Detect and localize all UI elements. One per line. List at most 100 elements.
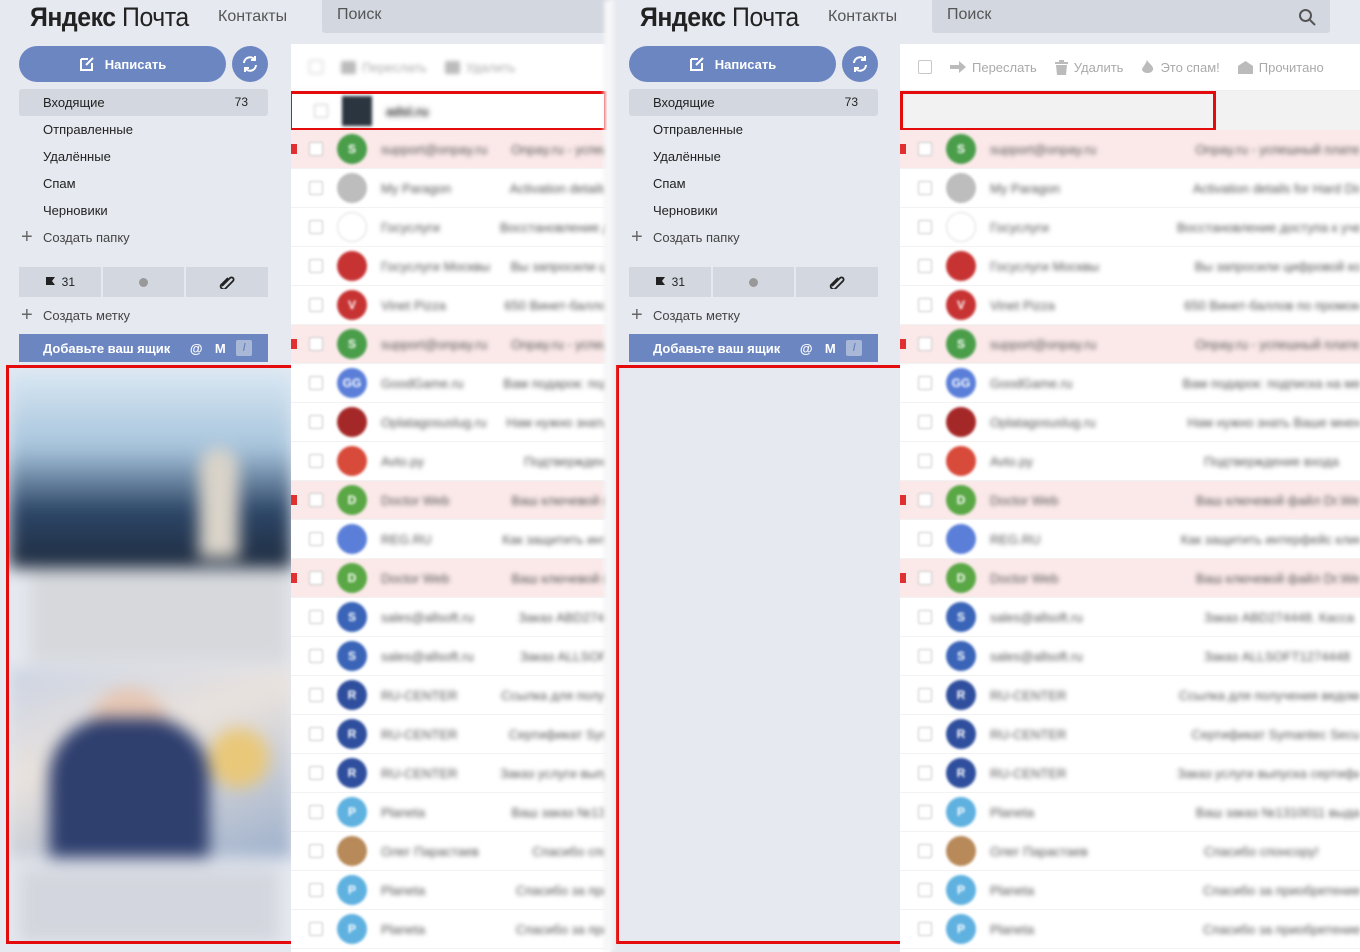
message-row[interactable]: Oplatagosuslug.ru Нам нужно знать Ваше мн… bbox=[291, 403, 610, 442]
message-row[interactable]: REG.RU Как защитить интерфейс клиента bbox=[900, 520, 1360, 559]
row-checkbox[interactable] bbox=[918, 337, 932, 351]
forward-button[interactable]: Переслать bbox=[950, 60, 1037, 75]
message-row[interactable]: P Planeta Ваш заказ №1310011 выдан bbox=[291, 793, 610, 832]
yandex-mail-logo[interactable]: Яндекс Почта bbox=[30, 2, 189, 33]
message-row[interactable]: P Planeta Спасибо за приобретение bbox=[900, 910, 1360, 949]
row-checkbox[interactable] bbox=[309, 727, 323, 741]
row-checkbox[interactable] bbox=[918, 376, 932, 390]
unread-filter[interactable] bbox=[102, 267, 185, 297]
row-checkbox[interactable] bbox=[309, 181, 323, 195]
compose-button[interactable]: Написать bbox=[19, 46, 226, 82]
message-row[interactable]: R RU-CENTER Сертификат Symantec Secure bbox=[900, 715, 1360, 754]
row-checkbox[interactable] bbox=[309, 259, 323, 273]
add-mailbox-button[interactable]: Добавьте ваш ящик @ M / bbox=[19, 334, 268, 362]
row-checkbox[interactable] bbox=[918, 493, 932, 507]
message-row[interactable]: My Paragon Activation details for Hard Di… bbox=[900, 169, 1360, 208]
message-row[interactable]: GG GoodGame.ru Вам подарок: подписка на ме… bbox=[900, 364, 1360, 403]
folder-inbox[interactable]: Входящие 73 bbox=[629, 89, 878, 116]
message-row[interactable]: Oplatagosuslug.ru Нам нужно знать Ваше мн… bbox=[900, 403, 1360, 442]
row-checkbox[interactable] bbox=[309, 376, 323, 390]
row-checkbox[interactable] bbox=[918, 259, 932, 273]
row-checkbox[interactable] bbox=[309, 688, 323, 702]
message-row[interactable]: P Planeta Спасибо за приобретение bbox=[900, 871, 1360, 910]
important-flag-icon[interactable] bbox=[900, 144, 906, 154]
attachments-filter[interactable] bbox=[186, 267, 269, 297]
message-row[interactable]: P Planeta Спасибо за приобретение bbox=[291, 910, 610, 949]
add-mailbox-button[interactable]: Добавьте ваш ящик @ M / bbox=[629, 334, 878, 362]
row-checkbox[interactable] bbox=[309, 298, 323, 312]
create-folder-button[interactable]: + Создать папку bbox=[629, 224, 878, 251]
folder-sent[interactable]: Отправленные bbox=[629, 116, 878, 143]
row-checkbox[interactable] bbox=[918, 181, 932, 195]
row-checkbox[interactable] bbox=[309, 142, 323, 156]
message-row[interactable]: D Doctor Web Ваш ключевой файл Dr.Web bbox=[291, 481, 610, 520]
row-checkbox[interactable] bbox=[918, 571, 932, 585]
row-checkbox[interactable] bbox=[918, 220, 932, 234]
row-checkbox[interactable] bbox=[918, 883, 932, 897]
message-row[interactable]: Ssupport@onpay.ru Onpay.ru - успешный пла… bbox=[900, 130, 1360, 169]
message-row[interactable]: Ssupport@onpay.ru Onpay.ru - успешный пла… bbox=[900, 325, 1360, 364]
message-row[interactable]: Ssales@allsoft.ru Заказ ABD274448. Касса bbox=[900, 598, 1360, 637]
folder-drafts[interactable]: Черновики bbox=[629, 197, 878, 224]
message-row[interactable]: P Planeta Ваш заказ №1310011 выдан bbox=[900, 793, 1360, 832]
row-checkbox[interactable] bbox=[918, 766, 932, 780]
row-checkbox[interactable] bbox=[918, 610, 932, 624]
message-row[interactable]: Ssales@allsoft.ru Заказ ALLSOFT1274448 bbox=[900, 637, 1360, 676]
row-checkbox[interactable] bbox=[918, 727, 932, 741]
forward-button[interactable]: Переслать bbox=[341, 60, 427, 75]
yandex-mail-logo[interactable]: Яндекс Почта bbox=[640, 2, 799, 33]
row-checkbox[interactable] bbox=[314, 104, 328, 118]
folder-inbox[interactable]: Входящие 73 bbox=[19, 89, 268, 116]
row-checkbox[interactable] bbox=[309, 532, 323, 546]
important-flag-icon[interactable] bbox=[900, 339, 906, 349]
row-checkbox[interactable] bbox=[918, 142, 932, 156]
message-row[interactable]: R RU-CENTER Ссылка для получения ведомости bbox=[900, 676, 1360, 715]
message-row[interactable]: Ssupport@onpay.ru Onpay.ru - успешный пла… bbox=[291, 325, 610, 364]
create-label-button[interactable]: + Создать метку bbox=[19, 302, 268, 329]
row-checkbox[interactable] bbox=[918, 532, 932, 546]
message-row[interactable]: D Doctor Web Ваш ключевой файл Dr.Web bbox=[900, 481, 1360, 520]
important-flag-icon[interactable] bbox=[291, 573, 297, 583]
message-row[interactable]: Ssales@allsoft.ru Заказ ALLSOFT1274448 bbox=[291, 637, 610, 676]
row-checkbox[interactable] bbox=[918, 844, 932, 858]
search-input[interactable]: Поиск bbox=[322, 0, 610, 33]
ad-first-row[interactable]: adsl.ru bbox=[291, 91, 607, 131]
row-checkbox[interactable] bbox=[918, 415, 932, 429]
folder-drafts[interactable]: Черновики bbox=[19, 197, 268, 224]
delete-button[interactable]: Удалить bbox=[444, 60, 515, 75]
folder-spam[interactable]: Спам bbox=[629, 170, 878, 197]
row-checkbox[interactable] bbox=[309, 922, 323, 936]
row-checkbox[interactable] bbox=[309, 415, 323, 429]
row-checkbox[interactable] bbox=[309, 649, 323, 663]
message-row[interactable]: Ssales@allsoft.ru Заказ ABD274448. Касса bbox=[291, 598, 610, 637]
message-row[interactable]: R RU-CENTER Заказ услуги выпуска сертифика… bbox=[900, 754, 1360, 793]
advertisement-block[interactable] bbox=[6, 365, 295, 944]
select-all-checkbox[interactable] bbox=[309, 60, 323, 74]
spam-button[interactable]: Это спам! bbox=[1141, 59, 1220, 75]
compose-button[interactable]: Написать bbox=[629, 46, 836, 82]
row-checkbox[interactable] bbox=[309, 766, 323, 780]
row-checkbox[interactable] bbox=[918, 805, 932, 819]
important-flag-icon[interactable] bbox=[291, 144, 297, 154]
message-row[interactable]: Avto.ру Подтверждение входа bbox=[291, 442, 610, 481]
refresh-button[interactable] bbox=[232, 46, 268, 82]
message-row[interactable]: Олег Парастаев Спасибо спонсору! bbox=[900, 832, 1360, 871]
mark-read-button[interactable]: Прочитано bbox=[1237, 60, 1324, 75]
row-checkbox[interactable] bbox=[918, 454, 932, 468]
contacts-link[interactable]: Контакты bbox=[828, 8, 897, 26]
message-row[interactable]: Олег Парастаев Спасибо спонсору! bbox=[291, 832, 610, 871]
message-row[interactable]: Госуслуги Москвы Вы запросили цифровой ко… bbox=[291, 247, 610, 286]
contacts-link[interactable]: Контакты bbox=[218, 8, 287, 26]
flagged-filter[interactable]: 31 bbox=[19, 267, 101, 297]
folder-deleted[interactable]: Удалённые bbox=[19, 143, 268, 170]
message-row[interactable]: P Planeta Спасибо за приобретение bbox=[291, 871, 610, 910]
row-checkbox[interactable] bbox=[918, 649, 932, 663]
message-row[interactable]: V Vinet Pizza 650 Винет-баллов по промокод… bbox=[291, 286, 610, 325]
row-checkbox[interactable] bbox=[309, 844, 323, 858]
row-checkbox[interactable] bbox=[309, 493, 323, 507]
message-row[interactable]: Avto.ру Подтверждение входа bbox=[900, 442, 1360, 481]
row-checkbox[interactable] bbox=[918, 298, 932, 312]
row-checkbox[interactable] bbox=[309, 454, 323, 468]
message-row[interactable]: R RU-CENTER Заказ услуги выпуска сертифика… bbox=[291, 754, 610, 793]
row-checkbox[interactable] bbox=[309, 883, 323, 897]
